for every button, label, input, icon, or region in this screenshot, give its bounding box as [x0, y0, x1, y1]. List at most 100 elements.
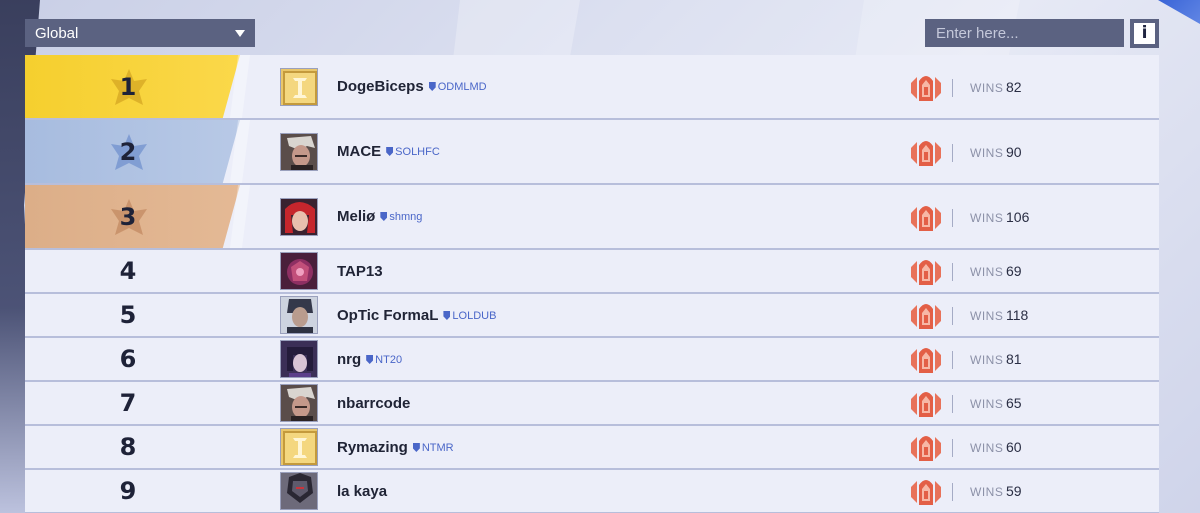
- wins-value: 106: [1006, 209, 1030, 225]
- club-tag: shmng: [380, 211, 422, 223]
- info-button[interactable]: i: [1130, 19, 1159, 48]
- player-name[interactable]: DogeBiceps: [337, 78, 424, 95]
- rank-cell: 7: [25, 382, 240, 424]
- rank-number: 9: [119, 477, 137, 505]
- shield-icon: [443, 311, 451, 320]
- rank-cell: 4: [25, 250, 240, 292]
- player-avatar[interactable]: [280, 428, 318, 466]
- rank-number: 2: [119, 137, 137, 166]
- rank-number: 5: [119, 301, 137, 329]
- player-name[interactable]: nbarrcode: [337, 395, 410, 412]
- leaderboard-row[interactable]: 7 nbarrcode WINS 65: [25, 382, 1159, 426]
- rank-cell: 6: [25, 338, 240, 380]
- wins-label: WINS: [970, 397, 1004, 411]
- player-name-group: MACE SOLHFC: [337, 143, 440, 160]
- divider: [952, 395, 953, 413]
- club-tag: ODMLMD: [428, 80, 487, 93]
- rank-cell: 3: [25, 185, 250, 248]
- leaderboard-row[interactable]: 3 Meliø shmng WINS 106: [25, 185, 1159, 250]
- rank-number: 6: [119, 345, 137, 373]
- caret-down-icon: [235, 29, 245, 37]
- divider: [952, 209, 953, 227]
- player-name[interactable]: TAP13: [337, 263, 383, 280]
- shield-icon: [380, 212, 388, 221]
- player-name[interactable]: Meliø: [337, 208, 375, 225]
- player-name-group: DogeBiceps ODMLMD: [337, 78, 487, 95]
- region-filter-dropdown[interactable]: Global: [25, 19, 255, 47]
- player-name-group: TAP13: [337, 263, 383, 280]
- leaderboard-table: 1 DogeBiceps ODMLMD WINS 82 2 MACE SOLHFC WINS 90…: [25, 55, 1159, 513]
- region-filter-label: Global: [35, 24, 79, 42]
- leaderboard-row[interactable]: 2 MACE SOLHFC WINS 90: [25, 120, 1159, 185]
- wins-value: 90: [1006, 144, 1022, 160]
- divider: [952, 263, 953, 281]
- player-avatar[interactable]: [280, 296, 318, 334]
- wins-label: WINS: [970, 441, 1004, 455]
- rank-tier-icon: [909, 138, 943, 168]
- player-name[interactable]: OpTic FormaL: [337, 307, 438, 324]
- club-tag-text: NT20: [375, 353, 403, 366]
- player-name-group: Meliø shmng: [337, 208, 422, 225]
- club-tag: NTMR: [412, 442, 454, 454]
- wins-label: WINS: [970, 211, 1004, 225]
- wins-label: WINS: [970, 265, 1004, 279]
- player-name-group: nrg NT20: [337, 351, 402, 368]
- club-tag-text: ODMLMD: [437, 80, 487, 93]
- player-name[interactable]: nrg: [337, 351, 361, 368]
- shield-icon: [386, 147, 394, 156]
- player-name[interactable]: MACE: [337, 143, 381, 160]
- toolbar: Global i: [25, 19, 1159, 48]
- leaderboard-row[interactable]: 1 DogeBiceps ODMLMD WINS 82: [25, 55, 1159, 120]
- player-name[interactable]: Rymazing: [337, 439, 408, 456]
- wins-value: 65: [1006, 395, 1022, 411]
- shield-icon: [428, 82, 436, 91]
- rank-cell: 9: [25, 470, 240, 512]
- rank-tier-icon: [909, 73, 943, 103]
- player-name-group: la kaya: [337, 483, 387, 500]
- rank-number: 3: [119, 202, 137, 231]
- rank-tier-icon: [909, 345, 943, 375]
- wins-label: WINS: [970, 81, 1004, 95]
- leaderboard-row[interactable]: 5 OpTic FormaL LOLDUB WINS 118: [25, 294, 1159, 338]
- wins-label: WINS: [970, 146, 1004, 160]
- rank-cell: 5: [25, 294, 240, 336]
- player-avatar[interactable]: [280, 68, 318, 106]
- player-name-group: Rymazing NTMR: [337, 439, 454, 456]
- rank-number: 8: [119, 433, 137, 461]
- player-avatar[interactable]: [280, 384, 318, 422]
- rank-tier-icon: [909, 203, 943, 233]
- rank-cell: 2: [25, 120, 250, 183]
- rank-tier-icon: [909, 477, 943, 507]
- wins-label: WINS: [970, 309, 1004, 323]
- player-avatar[interactable]: [280, 133, 318, 171]
- search-input[interactable]: [925, 19, 1124, 47]
- rank-number: 7: [119, 389, 137, 417]
- player-avatar[interactable]: [280, 472, 318, 510]
- club-tag: NT20: [366, 354, 402, 366]
- divider: [952, 144, 953, 162]
- rank-tier-icon: [909, 389, 943, 419]
- player-avatar[interactable]: [280, 198, 318, 236]
- wins-label: WINS: [970, 485, 1004, 499]
- club-tag: SOLHFC: [386, 146, 440, 158]
- leaderboard-row[interactable]: 8 Rymazing NTMR WINS 60: [25, 426, 1159, 470]
- wins-value: 60: [1006, 439, 1022, 455]
- player-avatar[interactable]: [280, 340, 318, 378]
- leaderboard-row[interactable]: 6 nrg NT20 WINS 81: [25, 338, 1159, 382]
- leaderboard-row[interactable]: 4 TAP13 WINS 69: [25, 250, 1159, 294]
- player-avatar[interactable]: [280, 252, 318, 290]
- wins-value: 59: [1006, 483, 1022, 499]
- wins-value: 118: [1006, 307, 1029, 323]
- player-name-group: OpTic FormaL LOLDUB: [337, 307, 496, 324]
- club-tag-text: shmng: [389, 210, 423, 223]
- divider: [952, 351, 953, 369]
- player-name[interactable]: la kaya: [337, 483, 387, 500]
- wins-value: 82: [1006, 79, 1022, 95]
- rank-cell: 8: [25, 426, 240, 468]
- wins-value: 81: [1006, 351, 1022, 367]
- rank-number: 4: [119, 257, 137, 285]
- rank-tier-icon: [909, 301, 943, 331]
- club-tag: LOLDUB: [443, 310, 496, 322]
- leaderboard-row[interactable]: 9 la kaya WINS 59: [25, 470, 1159, 513]
- shield-icon: [366, 355, 374, 364]
